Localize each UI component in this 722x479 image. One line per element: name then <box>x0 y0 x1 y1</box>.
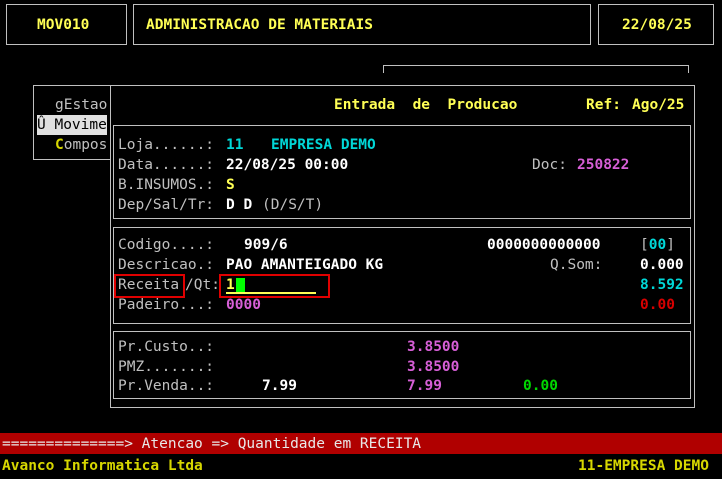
binsumos-label: B.INSUMOS.: <box>118 177 215 193</box>
menu-item-rest: ompos <box>63 137 108 153</box>
text-cursor <box>236 278 245 292</box>
qsom-label: Q.Som: <box>550 257 603 273</box>
binsumos-value[interactable]: S <box>226 175 235 195</box>
prvenda-value-2: 7.99 <box>407 378 442 394</box>
dep-value[interactable]: D D <box>226 195 252 215</box>
prvenda-label: Pr.Venda..: <box>118 378 215 394</box>
receita-input-underline <box>226 292 316 294</box>
menu-item-movimento[interactable]: Û Movime <box>37 115 107 135</box>
loja-code[interactable]: 11 <box>226 135 243 155</box>
bracket-open: [ <box>640 237 649 253</box>
qsom-value: 0.000 <box>640 257 684 273</box>
pmz-label: PMZ.......: <box>118 359 215 375</box>
dep-label: Dep/Sal/Tr: <box>118 197 215 213</box>
program-code: MOV010 <box>37 17 90 33</box>
receita-label: Receita <box>118 277 180 293</box>
data-label: Data......: <box>118 157 215 173</box>
qt-label: /Qt: <box>185 277 220 293</box>
footer-company-left: Avanco Informatica Ltda <box>2 458 203 474</box>
padeiro-right-value: 0.00 <box>640 297 675 313</box>
form-title: Entrada de Producao <box>334 97 518 113</box>
doc-label: Doc: <box>532 157 567 173</box>
receita-input[interactable]: 1 <box>226 275 235 295</box>
padeiro-label: Padeiro...: <box>118 297 215 313</box>
prvenda-value-1: 7.99 <box>262 378 297 394</box>
ref-label: Ref: <box>586 97 621 113</box>
prcusto-label: Pr.Custo..: <box>118 339 215 355</box>
dep-hint: (D/S/T) <box>262 197 324 213</box>
padeiro-value[interactable]: 0000 <box>226 295 261 315</box>
menu-item-gestao[interactable]: gEstao <box>55 95 107 115</box>
bracket-value: 00 <box>648 237 667 253</box>
loja-name: EMPRESA DEMO <box>271 137 376 153</box>
footer-company-right: 11-EMPRESA DEMO <box>578 458 709 474</box>
doc-value[interactable]: 250822 <box>577 155 629 175</box>
bracket-close: ] <box>666 237 675 253</box>
menu-item-composicao[interactable]: Compos <box>55 135 107 155</box>
prcusto-value: 3.8500 <box>407 339 460 355</box>
loja-label: Loja......: <box>118 137 215 153</box>
system-title: ADMINISTRACAO DE MATERIAIS <box>146 17 373 33</box>
descricao-label: Descricao.: <box>118 257 215 273</box>
pmz-value: 3.8500 <box>407 359 460 375</box>
codigo-barcode: 0000000000000 <box>487 237 601 253</box>
status-message: ==============> Atencao => Quantidade em… <box>2 436 422 452</box>
receita-right-value: 8.592 <box>640 277 684 293</box>
prvenda-value-3: 0.00 <box>523 378 558 394</box>
descricao-value: PAO AMANTEIGADO KG <box>226 257 384 273</box>
codigo-bracket: [00] <box>640 235 675 255</box>
data-value[interactable]: 22/08/25 00:00 <box>226 155 348 175</box>
codigo-value[interactable]: 909/6 <box>244 235 288 255</box>
form-top-bracket <box>383 65 689 73</box>
codigo-label: Codigo....: <box>118 237 215 253</box>
ref-value: Ago/25 <box>632 97 685 113</box>
menu-hotkey-c: C <box>55 137 64 153</box>
header-date: 22/08/25 <box>622 17 692 33</box>
